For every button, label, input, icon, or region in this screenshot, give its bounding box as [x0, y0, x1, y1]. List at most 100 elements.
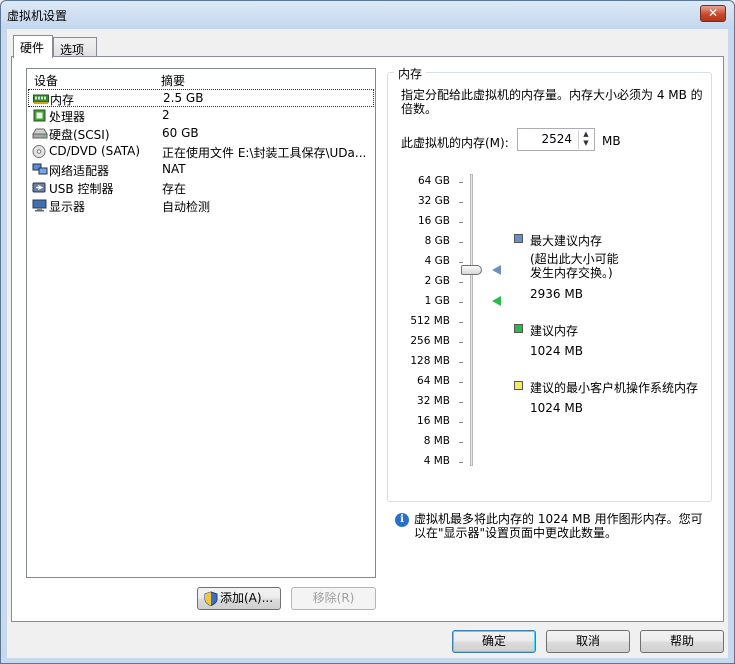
device-row-memory[interactable]: 内存 2.5 GB — [28, 89, 374, 107]
ok-button[interactable]: 确定 — [452, 630, 536, 653]
min-recommended-swatch — [514, 381, 523, 390]
spin-up-icon[interactable]: ▲ — [579, 130, 593, 139]
device-name: 显示器 — [49, 200, 86, 214]
scale-label: 64 GB — [417, 175, 450, 187]
max-recommended-value: 2936 MB — [530, 287, 583, 301]
spinner-arrows[interactable]: ▲ ▼ — [578, 130, 593, 149]
tab-options[interactable]: 选项 — [53, 37, 97, 57]
device-row-cd-dvd[interactable]: CD/DVD (SATA) 正在使用文件 E:\封装工具保存\UDa... — [28, 143, 374, 161]
min-recommended-title: 建议的最小客户机操作系统内存 — [530, 381, 699, 395]
scale-tick — [459, 442, 463, 443]
device-summary: 正在使用文件 E:\封装工具保存\UDa... — [162, 146, 367, 160]
scale-tick — [459, 282, 463, 283]
scale-tick — [459, 362, 463, 363]
info-icon: i — [395, 513, 409, 527]
processor-icon — [33, 109, 46, 122]
memory-icon — [33, 94, 49, 104]
settings-window: 虚拟机设置 ✕ 硬件 选项 设备 摘要 内存 2.5 GB 处理器 2 硬盘(S… — [0, 0, 735, 664]
scale-label: 4 MB — [423, 455, 450, 467]
scale-label: 1 GB — [424, 295, 450, 307]
tab-hardware-label: 硬件 — [20, 41, 45, 55]
memory-description: 指定分配给此虚拟机的内存量。内存大小必须为 4 MB 的倍数。 — [401, 88, 703, 116]
scale-label: 2 GB — [424, 275, 450, 287]
device-row-usb-controller[interactable]: USB 控制器 存在 — [28, 179, 374, 197]
hard-disk-icon — [32, 128, 48, 139]
tab-options-label: 选项 — [60, 43, 85, 57]
scale-label: 16 MB — [417, 415, 450, 427]
spin-down-icon[interactable]: ▼ — [579, 139, 593, 148]
device-name: 内存 — [50, 93, 75, 107]
memory-spinner[interactable]: 2524 ▲ ▼ — [517, 128, 595, 151]
memory-value-input[interactable]: 2524 — [541, 132, 572, 146]
hardware-panel: 设备 摘要 内存 2.5 GB 处理器 2 硬盘(SCSI) 60 GB CD/… — [11, 56, 724, 622]
max-recommended-marker-icon — [492, 265, 501, 275]
max-recommended-swatch — [514, 234, 523, 243]
graphics-memory-info-text: 虚拟机最多将此内存的 1024 MB 用作图形内存。您可以在"显示器"设置页面中… — [414, 512, 703, 540]
title-bar[interactable]: 虚拟机设置 ✕ — [1, 1, 734, 29]
max-recommended-note: (超出此大小可能发生内存交换。) — [530, 252, 619, 280]
memory-slider-thumb[interactable] — [461, 265, 482, 275]
cancel-button[interactable]: 取消 — [546, 630, 630, 653]
memory-slider-track[interactable] — [470, 174, 473, 466]
device-summary: 60 GB — [162, 126, 199, 140]
device-name: 网络适配器 — [49, 164, 110, 178]
device-summary: 自动检测 — [162, 200, 211, 214]
recommended-value: 1024 MB — [530, 344, 583, 358]
memory-field-label: 此虚拟机的内存(M): — [401, 136, 509, 150]
column-summary[interactable]: 摘要 — [161, 72, 185, 89]
device-summary: 存在 — [162, 182, 187, 196]
scale-label: 4 GB — [424, 255, 450, 267]
scale-label: 8 MB — [423, 435, 450, 447]
memory-group-label: 内存 — [394, 65, 427, 82]
recommended-marker-icon — [492, 296, 501, 306]
scale-tick — [459, 422, 463, 423]
scale-label: 512 MB — [410, 315, 450, 327]
scale-tick — [459, 402, 463, 403]
scale-label: 128 MB — [410, 355, 450, 367]
device-summary: 2 — [162, 108, 170, 122]
scale-label: 256 MB — [410, 335, 450, 347]
device-list[interactable]: 设备 摘要 内存 2.5 GB 处理器 2 硬盘(SCSI) 60 GB CD/… — [26, 68, 376, 578]
max-recommended-title: 最大建议内存 — [530, 234, 603, 248]
scale-tick — [459, 342, 463, 343]
scale-label: 32 GB — [417, 195, 450, 207]
device-list-header: 设备 摘要 — [27, 69, 375, 89]
add-device-label: 添加(A)... — [220, 591, 274, 605]
shield-icon — [204, 591, 218, 606]
scale-label: 32 MB — [417, 395, 450, 407]
scale-tick — [459, 182, 463, 183]
add-device-button[interactable]: 添加(A)... — [197, 587, 281, 610]
device-name: 处理器 — [49, 110, 86, 124]
device-row-processor[interactable]: 处理器 2 — [28, 107, 374, 125]
column-device[interactable]: 设备 — [34, 72, 58, 89]
recommended-title: 建议内存 — [530, 324, 579, 338]
min-recommended-value: 1024 MB — [530, 401, 583, 415]
device-name: USB 控制器 — [49, 182, 114, 196]
tab-hardware[interactable]: 硬件 — [13, 35, 53, 58]
help-button[interactable]: 帮助 — [640, 630, 724, 653]
scale-tick — [459, 202, 463, 203]
display-icon — [32, 199, 47, 212]
window-title: 虚拟机设置 — [7, 9, 68, 23]
scale-label: 16 GB — [417, 215, 450, 227]
device-summary: 2.5 GB — [163, 91, 204, 105]
cd-dvd-icon — [32, 145, 46, 158]
scale-tick — [459, 322, 463, 323]
scale-label: 8 GB — [424, 235, 450, 247]
scale-tick — [459, 462, 463, 463]
scale-tick — [459, 262, 463, 263]
scale-tick — [459, 302, 463, 303]
scale-tick — [459, 222, 463, 223]
device-summary: NAT — [162, 162, 186, 176]
device-row-network-adapter[interactable]: 网络适配器 NAT — [28, 161, 374, 179]
usb-icon — [32, 182, 46, 193]
remove-device-button[interactable]: 移除(R) — [291, 587, 376, 610]
scale-tick — [459, 242, 463, 243]
recommended-swatch — [514, 324, 523, 333]
memory-unit: MB — [602, 134, 621, 148]
device-name: CD/DVD (SATA) — [49, 144, 141, 158]
close-button[interactable]: ✕ — [700, 5, 726, 22]
device-row-hard-disk[interactable]: 硬盘(SCSI) 60 GB — [28, 125, 374, 143]
device-row-display[interactable]: 显示器 自动检测 — [28, 197, 374, 215]
dialog-client: 硬件 选项 设备 摘要 内存 2.5 GB 处理器 2 硬盘(SCSI) 60 … — [7, 29, 728, 658]
